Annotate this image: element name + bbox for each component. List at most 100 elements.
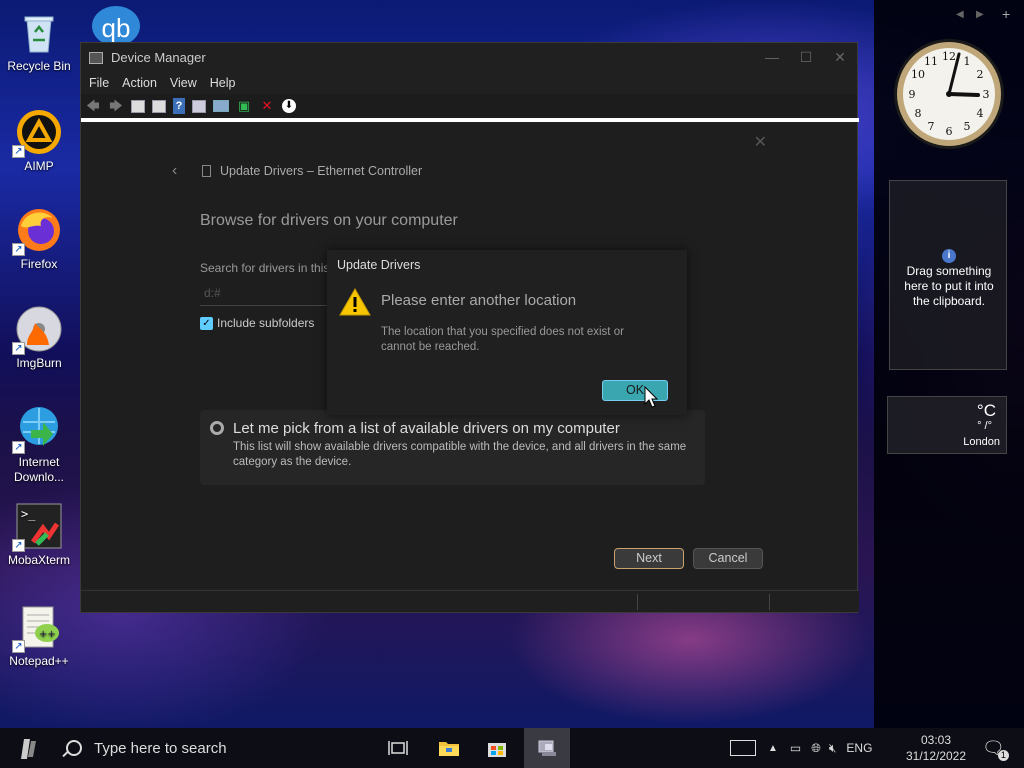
- taskbar-store[interactable]: [474, 728, 520, 768]
- shortcut-arrow-icon: ↗: [12, 342, 25, 355]
- meet-now-icon[interactable]: ▭: [790, 741, 801, 755]
- properties-icon[interactable]: [131, 99, 145, 113]
- weather-gadget[interactable]: °C ° /° London: [887, 396, 1007, 454]
- taskbar: Type here to search ▲ ▭ 🌐︎ 🔇︎ ENG 03:03 …: [0, 728, 1024, 768]
- checkmark-icon: ✓: [200, 316, 213, 330]
- window-title: Device Manager: [111, 50, 206, 65]
- svg-text:11: 11: [924, 55, 938, 68]
- clipboard-gadget[interactable]: i Drag something here to put it into the…: [889, 180, 1007, 370]
- desktop-icon-internet-download-manager[interactable]: ↗ Internet Downlo...: [2, 404, 76, 485]
- desktop-icon-notepadpp[interactable]: ++ ↗ Notepad++: [2, 603, 76, 669]
- desktop-icon-recycle-bin[interactable]: Recycle Bin: [2, 8, 76, 74]
- notification-center-button[interactable]: 🗨︎ 1: [982, 728, 1009, 768]
- back-chevron-icon[interactable]: ‹: [172, 162, 177, 180]
- show-hidden-icon[interactable]: [152, 99, 166, 113]
- include-subfolders-checkbox[interactable]: ✓ Include subfolders: [200, 316, 314, 330]
- notification-badge: 1: [997, 749, 1009, 761]
- maximize-button[interactable]: ☐: [789, 49, 823, 66]
- path-input[interactable]: d:#: [200, 282, 330, 306]
- search-location-label: Search for drivers in this: [200, 261, 330, 275]
- svg-text:8: 8: [915, 107, 922, 120]
- shortcut-arrow-icon: ↗: [12, 640, 25, 653]
- volume-muted-icon[interactable]: 🔇︎: [829, 741, 837, 756]
- info-icon: i: [942, 249, 956, 263]
- menu-file[interactable]: File: [89, 76, 109, 90]
- close-button[interactable]: ✕: [823, 49, 857, 66]
- news-icon[interactable]: [730, 740, 756, 756]
- chevron-up-icon[interactable]: ▲: [768, 743, 778, 754]
- help-icon[interactable]: ?: [173, 98, 185, 114]
- dialog-title: Update Drivers: [337, 258, 421, 272]
- taskbar-device-manager[interactable]: [524, 728, 570, 768]
- device-manager-icon: [538, 740, 556, 756]
- language-indicator[interactable]: ENG: [846, 741, 872, 755]
- desktop-icon-label: ImgBurn: [16, 356, 62, 370]
- taskbar-file-explorer[interactable]: [426, 728, 472, 768]
- desktop-icon-label: Firefox: [20, 257, 58, 271]
- wizard-title-text: Update Drivers – Ethernet Controller: [220, 164, 423, 178]
- radio-icon: [210, 421, 224, 435]
- menu-view[interactable]: View: [170, 76, 197, 90]
- mouse-cursor-icon: [644, 386, 658, 408]
- toolbar: 🡄 🡆 ? ▣ ✕ ⬇: [81, 94, 857, 118]
- shortcut-arrow-icon: ↗: [12, 441, 25, 454]
- menu-help[interactable]: Help: [210, 76, 236, 90]
- recycle-bin-icon: [15, 8, 63, 56]
- ok-button[interactable]: OK: [602, 380, 668, 401]
- wizard-title: Update Drivers – Ethernet Controller: [202, 164, 422, 178]
- internet-download-manager-icon: ↗: [12, 404, 63, 454]
- next-button[interactable]: Next: [614, 548, 684, 569]
- svg-text:10: 10: [911, 68, 925, 81]
- update-driver-icon[interactable]: [192, 99, 206, 113]
- gadget-prev-icon[interactable]: ◀: [956, 9, 964, 20]
- status-bar: [81, 590, 859, 612]
- add-legacy-icon[interactable]: ▣: [236, 98, 252, 114]
- desktop-icon-imgburn[interactable]: ↗ ImgBurn: [2, 305, 76, 371]
- pick-option-title: Let me pick from a list of available dri…: [233, 420, 620, 437]
- firefox-icon: ↗: [12, 206, 63, 256]
- wizard-close-icon[interactable]: ✕: [754, 132, 767, 152]
- toolbar-divider: [81, 118, 859, 122]
- clock-gadget[interactable]: 12 12 345 678 91011: [892, 34, 1006, 154]
- shortcut-arrow-icon: ↗: [12, 243, 25, 256]
- taskbar-date: 31/12/2022: [905, 749, 967, 763]
- start-button[interactable]: [14, 737, 42, 761]
- device-manager-titlebar: Device Manager — ☐ ✕: [81, 43, 857, 72]
- imgburn-icon: ↗: [12, 305, 63, 355]
- weather-city: London: [963, 436, 1000, 448]
- svg-text:1: 1: [964, 55, 971, 68]
- scan-hardware-icon[interactable]: [213, 100, 229, 112]
- qbittorrent-icon[interactable]: qb: [92, 6, 140, 46]
- device-icon: [202, 165, 211, 177]
- svg-text:>_: >_: [21, 507, 36, 521]
- minimize-button[interactable]: —: [755, 49, 789, 66]
- add-gadget-icon[interactable]: +: [1002, 6, 1010, 22]
- desktop-icon-label: Recycle Bin: [7, 59, 71, 73]
- pick-option-description: This list will show available drivers co…: [233, 441, 687, 468]
- svg-text:5: 5: [964, 120, 971, 133]
- svg-text:9: 9: [909, 88, 916, 101]
- gadget-next-icon[interactable]: ▶: [976, 9, 984, 20]
- network-icon[interactable]: 🌐︎: [811, 741, 821, 756]
- forward-arrow-icon[interactable]: 🡆: [108, 98, 124, 114]
- aimp-icon: ↗: [12, 108, 63, 158]
- taskbar-search[interactable]: Type here to search: [56, 728, 374, 768]
- download-icon[interactable]: ⬇: [282, 99, 296, 113]
- desktop-icon-firefox[interactable]: ↗ Firefox: [2, 206, 76, 272]
- menu-bar: File Action View Help: [81, 72, 857, 94]
- pick-from-list-option[interactable]: Let me pick from a list of available dri…: [200, 410, 705, 485]
- cancel-button[interactable]: Cancel: [693, 548, 763, 569]
- task-view-button[interactable]: [375, 728, 421, 768]
- dialog-heading: Please enter another location: [381, 292, 577, 309]
- uninstall-icon[interactable]: ✕: [259, 98, 275, 114]
- task-view-icon: [388, 741, 408, 755]
- taskbar-time: 03:03: [920, 733, 952, 747]
- error-dialog: Update Drivers Please enter another loca…: [327, 250, 687, 415]
- weather-range: ° /°: [977, 420, 992, 432]
- desktop-icon-aimp[interactable]: ↗ AIMP: [2, 108, 76, 174]
- back-arrow-icon[interactable]: 🡄: [85, 98, 101, 114]
- clock[interactable]: 03:03 31/12/2022: [900, 732, 972, 764]
- desktop-icon-mobaxterm[interactable]: >_ ↗ MobaXterm: [2, 502, 76, 568]
- menu-action[interactable]: Action: [122, 76, 157, 90]
- desktop-icon-label: MobaXterm: [7, 553, 71, 567]
